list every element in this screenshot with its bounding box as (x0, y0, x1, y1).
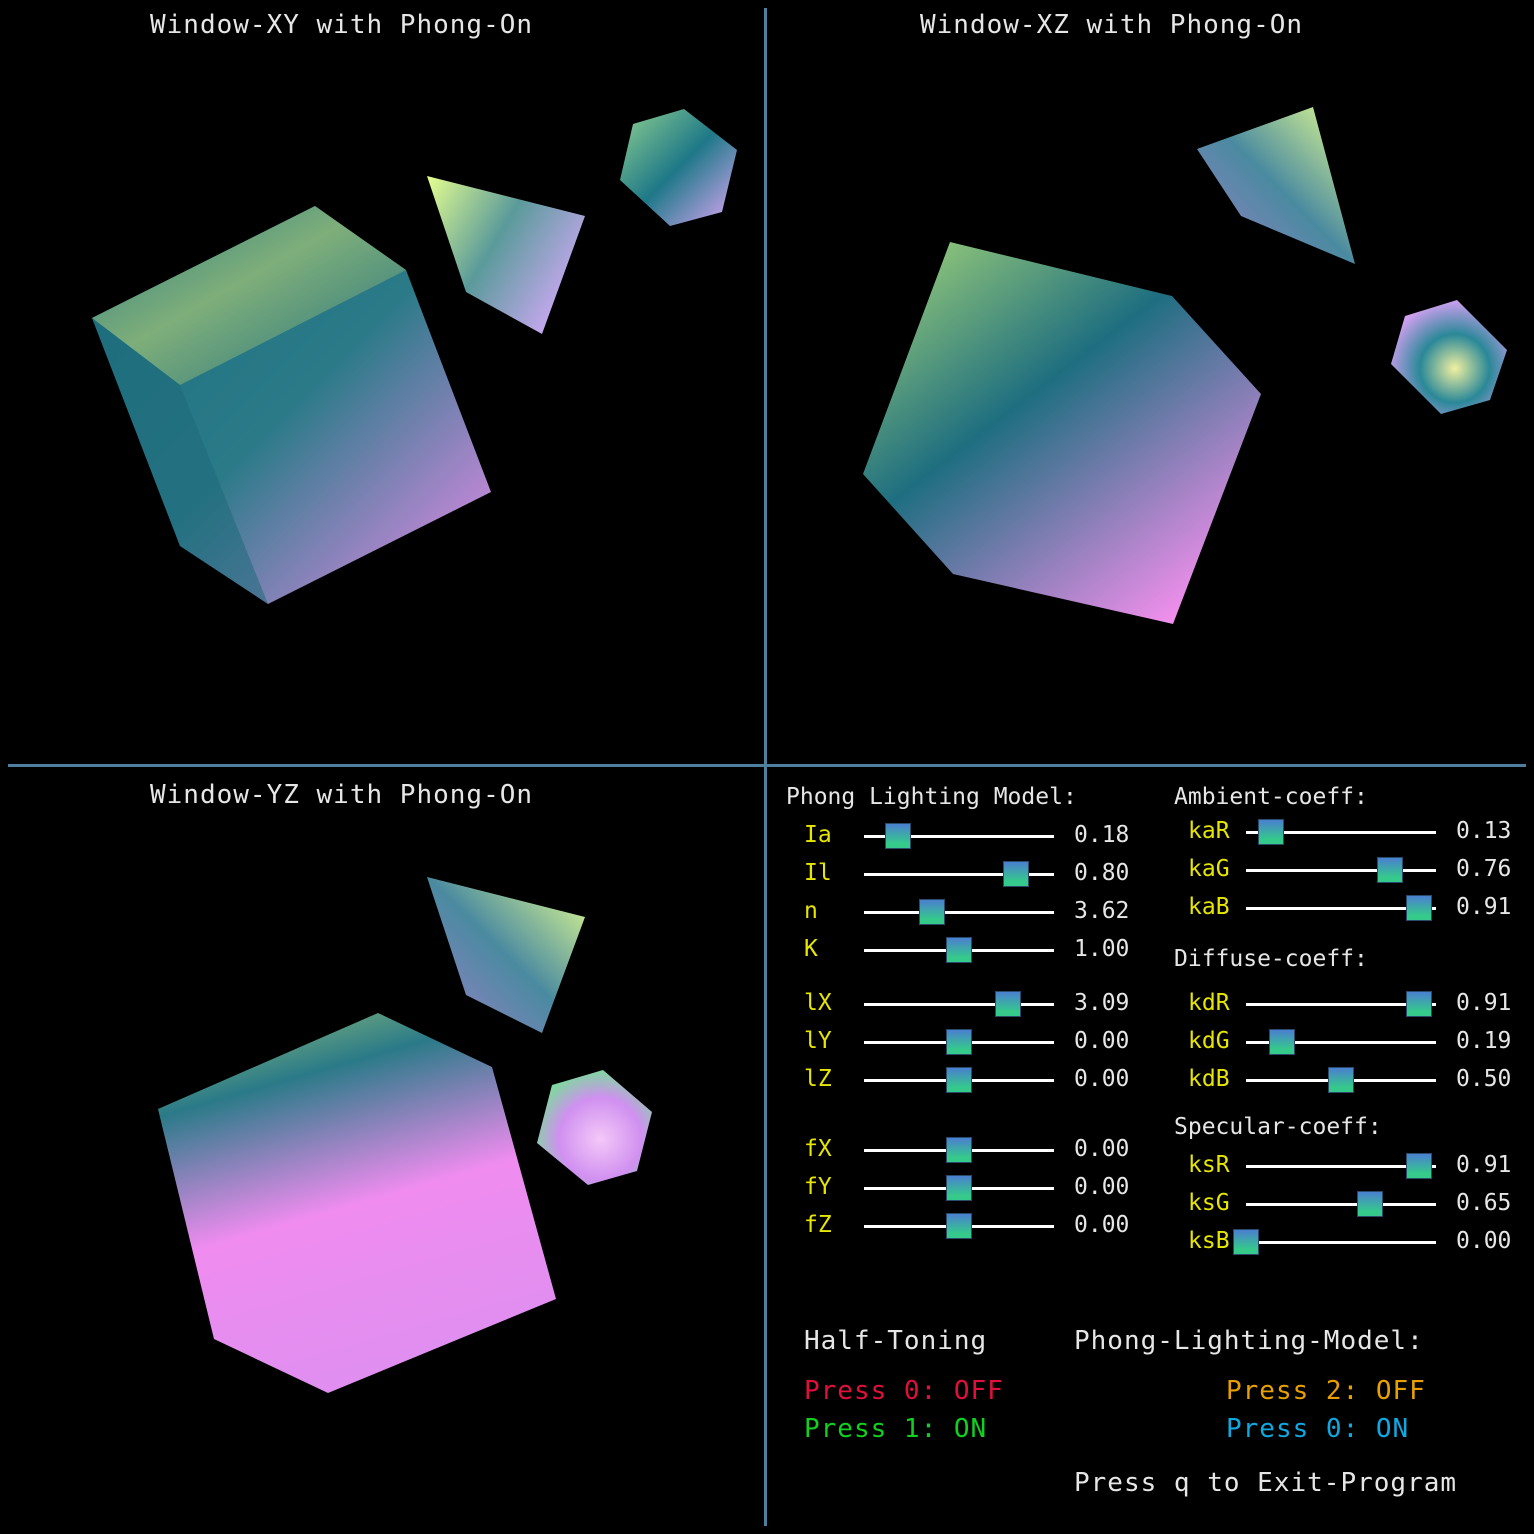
specular-header: Specular-coeff: (1174, 1114, 1382, 1140)
cube-shape (863, 242, 1261, 624)
phong-off: Press 2: OFF (1226, 1376, 1426, 1406)
slider-value-ksb: 0.00 (1456, 1228, 1512, 1254)
slider-handle-ksr[interactable] (1405, 1153, 1432, 1179)
slider-value-n: 3.62 (1074, 898, 1130, 924)
phong-on: Press 0: ON (1226, 1414, 1410, 1444)
cube-shape (158, 1013, 556, 1393)
slider-value-il: 0.80 (1074, 860, 1130, 886)
slider-value-ksg: 0.65 (1456, 1190, 1512, 1216)
xz-viewport (863, 107, 1507, 624)
slider-label-kdb: kdB (1188, 1066, 1230, 1092)
half-toning-off: Press 0: OFF (804, 1376, 1004, 1406)
slider-label-kag: kaG (1188, 856, 1230, 882)
phong-model-title: Phong-Lighting-Model: (1074, 1326, 1424, 1356)
half-toning-on: Press 1: ON (804, 1414, 988, 1444)
tetrahedron-shape (1197, 107, 1355, 264)
hexagon-shape (620, 109, 737, 226)
slider-value-fy: 0.00 (1074, 1174, 1130, 1200)
slider-value-kdb: 0.50 (1456, 1066, 1512, 1092)
slider-label-il: Il (804, 860, 832, 886)
diffuse-header: Diffuse-coeff: (1174, 946, 1368, 972)
slider-handle-lx[interactable] (995, 991, 1022, 1017)
slider-label-lx: lX (804, 990, 832, 1016)
slider-handle-kar[interactable] (1257, 819, 1284, 845)
slider-track-n[interactable] (864, 911, 1054, 914)
slider-label-ia: Ia (804, 822, 832, 848)
exit-instruction: Press q to Exit-Program (1074, 1468, 1458, 1498)
slider-handle-lz[interactable] (946, 1067, 972, 1093)
slider-label-kdg: kdG (1188, 1028, 1230, 1054)
slider-label-fx: fX (804, 1136, 832, 1162)
tetrahedron-shape (427, 176, 585, 334)
hexagon-shape (537, 1070, 652, 1185)
slider-handle-kdr[interactable] (1405, 991, 1432, 1017)
slider-value-k: 1.00 (1074, 936, 1130, 962)
slider-value-fx: 0.00 (1074, 1136, 1130, 1162)
slider-label-lz: lZ (804, 1066, 832, 1092)
slider-value-kab: 0.91 (1456, 894, 1512, 920)
slider-handle-fy[interactable] (946, 1175, 972, 1201)
slider-value-lx: 3.09 (1074, 990, 1130, 1016)
yz-viewport (158, 877, 652, 1393)
slider-label-fy: fY (804, 1174, 832, 1200)
slider-value-lz: 0.00 (1074, 1066, 1130, 1092)
slider-value-ia: 0.18 (1074, 822, 1130, 848)
slider-handle-ly[interactable] (946, 1029, 972, 1055)
slider-value-ly: 0.00 (1074, 1028, 1130, 1054)
slider-handle-il[interactable] (1003, 861, 1029, 887)
slider-label-fz: fZ (804, 1212, 832, 1238)
slider-track-kag[interactable] (1246, 869, 1436, 872)
slider-label-kab: kaB (1188, 894, 1230, 920)
phong-header: Phong Lighting Model: (786, 784, 1077, 810)
slider-value-fz: 0.00 (1074, 1212, 1130, 1238)
slider-track-lx[interactable] (864, 1003, 1054, 1006)
slider-handle-kab[interactable] (1405, 895, 1432, 921)
slider-label-ksr: ksR (1188, 1152, 1230, 1178)
xy-viewport (92, 109, 737, 604)
ambient-header: Ambient-coeff: (1174, 784, 1368, 810)
hexagon-shape (1391, 300, 1507, 414)
slider-track-ksg[interactable] (1246, 1203, 1436, 1206)
slider-value-kag: 0.76 (1456, 856, 1512, 882)
slider-handle-fx[interactable] (946, 1137, 972, 1163)
slider-value-kdg: 0.19 (1456, 1028, 1512, 1054)
slider-handle-k[interactable] (946, 937, 972, 963)
slider-track-ksb[interactable] (1246, 1241, 1436, 1244)
slider-label-kdr: kdR (1188, 990, 1230, 1016)
slider-label-kar: kaR (1188, 818, 1230, 844)
slider-handle-n[interactable] (919, 899, 946, 925)
slider-handle-kdb[interactable] (1328, 1067, 1354, 1093)
tetrahedron-shape (427, 877, 585, 1033)
slider-label-k: K (804, 936, 818, 962)
slider-value-kdr: 0.91 (1456, 990, 1512, 1016)
slider-label-n: n (804, 898, 818, 924)
slider-handle-ia[interactable] (885, 823, 912, 849)
slider-handle-kag[interactable] (1377, 857, 1404, 883)
slider-label-ly: lY (804, 1028, 832, 1054)
slider-label-ksb: ksB (1188, 1228, 1230, 1254)
slider-value-ksr: 0.91 (1456, 1152, 1512, 1178)
slider-handle-ksg[interactable] (1356, 1191, 1383, 1217)
slider-handle-kdg[interactable] (1269, 1029, 1296, 1055)
slider-value-kar: 0.13 (1456, 818, 1512, 844)
slider-handle-fz[interactable] (946, 1213, 972, 1239)
slider-handle-ksb[interactable] (1233, 1229, 1259, 1255)
half-toning-title: Half-Toning (804, 1326, 988, 1356)
slider-label-ksg: ksG (1188, 1190, 1230, 1216)
